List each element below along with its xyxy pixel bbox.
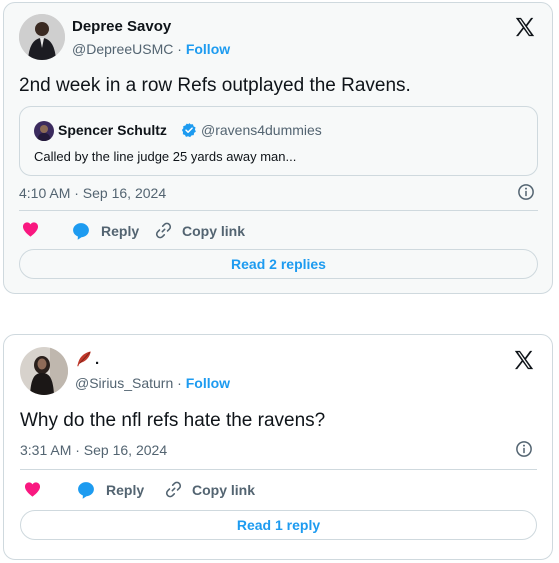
- avatar[interactable]: [20, 347, 68, 395]
- reply-bubble-icon: [73, 223, 89, 240]
- link-icon: [155, 222, 172, 239]
- x-logo-icon[interactable]: [513, 349, 535, 371]
- follow-button[interactable]: Follow: [186, 375, 230, 391]
- author-name: .: [95, 350, 100, 368]
- avatar-photo: [19, 14, 65, 60]
- link-icon: [165, 481, 182, 498]
- quote-text: Called by the line judge 25 yards away m…: [34, 149, 297, 164]
- separator: ·: [177, 375, 182, 391]
- quote-avatar: [34, 121, 54, 141]
- verified-badge-icon: [181, 123, 196, 138]
- heart-icon[interactable]: [21, 220, 40, 239]
- divider: [20, 469, 537, 470]
- avatar[interactable]: [19, 14, 65, 60]
- read-replies-button[interactable]: Read 2 replies: [19, 249, 538, 279]
- reply-label: Reply: [101, 223, 140, 239]
- divider: [19, 210, 538, 211]
- follow-button[interactable]: Follow: [186, 41, 230, 57]
- timestamp[interactable]: 3:31 AM · Sep 16, 2024: [20, 442, 167, 458]
- copy-link-label: Copy link: [192, 481, 256, 498]
- tweet-text: 2nd week in a row Refs outplayed the Rav…: [19, 75, 411, 96]
- tweet-card[interactable]: Depree Savoy @DepreeUSMC · Follow 2nd we…: [3, 2, 553, 294]
- quote-author-name: Spencer Schultz: [58, 122, 167, 138]
- copy-link-label: Copy link: [182, 222, 246, 239]
- author-name[interactable]: Depree Savoy: [72, 18, 171, 35]
- info-icon[interactable]: [517, 183, 535, 201]
- author-handle[interactable]: @DepreeUSMC: [72, 41, 173, 57]
- read-replies-button[interactable]: Read 1 reply: [20, 510, 537, 540]
- tweet-text: Why do the nfl refs hate the ravens?: [20, 410, 326, 431]
- tweet-card[interactable]: . @Sirius_Saturn · Follow Why do the nfl…: [3, 334, 553, 560]
- quote-avatar-photo: [34, 121, 54, 141]
- separator: ·: [177, 41, 182, 57]
- reply-button[interactable]: Reply: [76, 480, 144, 500]
- heart-icon[interactable]: [23, 480, 42, 499]
- reply-bubble-icon: [78, 482, 94, 499]
- handle-row: @Sirius_Saturn · Follow: [75, 375, 230, 391]
- copy-link-button[interactable]: Copy link: [154, 221, 245, 240]
- quote-author-handle: @ravens4dummies: [201, 122, 322, 138]
- x-logo-icon[interactable]: [514, 16, 536, 38]
- reply-button[interactable]: Reply: [71, 221, 139, 241]
- quoted-tweet[interactable]: Spencer Schultz @ravens4dummies Called b…: [19, 106, 538, 176]
- reply-label: Reply: [106, 482, 145, 498]
- author-handle[interactable]: @Sirius_Saturn: [75, 375, 173, 391]
- info-icon[interactable]: [515, 440, 533, 458]
- handle-row: @DepreeUSMC · Follow: [72, 41, 230, 57]
- author-name-row[interactable]: .: [75, 350, 99, 368]
- timestamp[interactable]: 4:10 AM · Sep 16, 2024: [19, 185, 166, 201]
- feather-icon: [77, 351, 91, 367]
- avatar-photo: [20, 347, 68, 395]
- copy-link-button[interactable]: Copy link: [164, 480, 255, 499]
